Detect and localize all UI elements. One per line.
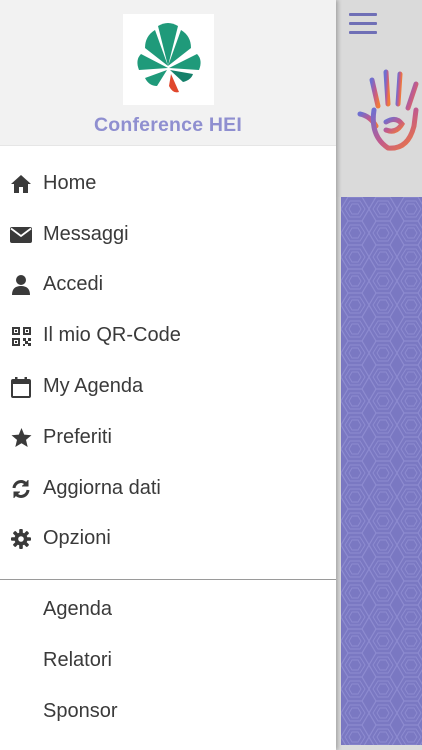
navigation-drawer: Conference HEI Home Messaggi Accedi Il m…	[0, 0, 336, 750]
refresh-icon	[10, 478, 32, 500]
drawer-header: Conference HEI	[0, 0, 336, 146]
menu-item-label: Opzioni	[43, 527, 111, 549]
menu-item-preferiti[interactable]: Preferiti	[0, 415, 336, 461]
menu-item-sponsor[interactable]: Sponsor	[0, 689, 336, 735]
menu-item-opzioni[interactable]: Opzioni	[0, 516, 336, 562]
envelope-icon	[10, 224, 32, 246]
star-icon	[10, 427, 32, 449]
geometric-pattern-background	[341, 197, 422, 745]
menu-item-my-agenda[interactable]: My Agenda	[0, 364, 336, 410]
menu-item-label: Accedi	[43, 273, 104, 295]
menu-item-accedi[interactable]: Accedi	[0, 262, 336, 308]
menu-item-qr-code[interactable]: Il mio QR-Code	[0, 313, 336, 359]
gear-icon	[10, 528, 32, 550]
qr-code-icon	[10, 325, 32, 347]
user-icon	[10, 274, 32, 296]
menu-item-agenda[interactable]: Agenda	[0, 587, 336, 633]
menu-item-home[interactable]: Home	[0, 161, 336, 207]
home-icon	[10, 173, 32, 195]
calendar-icon	[10, 376, 32, 398]
menu-item-label: My Agenda	[43, 375, 144, 397]
menu-item-relatori[interactable]: Relatori	[0, 638, 336, 684]
menu-item-label: Il mio QR-Code	[43, 324, 181, 346]
menu-item-label: Relatori	[43, 649, 112, 671]
menu-item-label: Aggiorna dati	[43, 477, 161, 499]
menu-item-label: Messaggi	[43, 223, 129, 245]
app-title: Conference HEI	[93, 114, 242, 136]
menu-item-messaggi[interactable]: Messaggi	[0, 212, 336, 258]
menu-item-aggiorna-dati[interactable]: Aggiorna dati	[0, 466, 336, 512]
menu-divider	[0, 579, 336, 580]
menu-item-label: Agenda	[43, 598, 112, 620]
hand-logo-icon	[357, 69, 419, 151]
menu-item-label: Sponsor	[43, 700, 118, 722]
hamburger-menu-icon[interactable]	[349, 13, 377, 37]
menu-item-label: Home	[43, 172, 97, 194]
app-logo	[123, 14, 214, 105]
menu-item-label: Preferiti	[43, 426, 112, 448]
chestnut-leaf-logo-icon	[137, 23, 201, 93]
